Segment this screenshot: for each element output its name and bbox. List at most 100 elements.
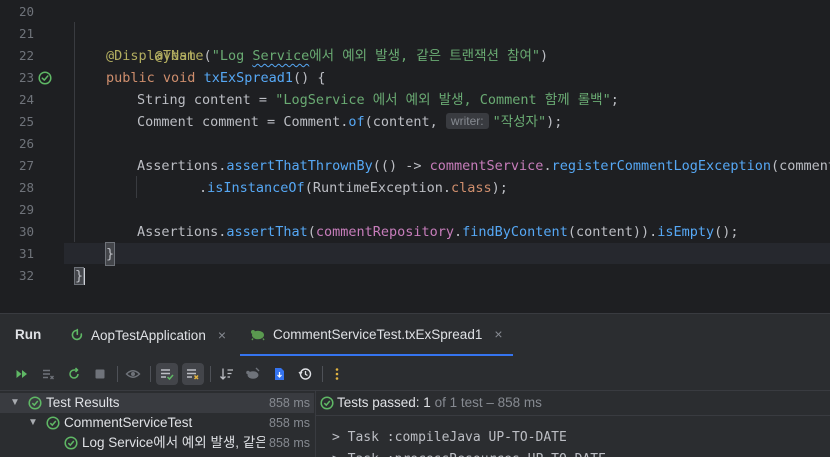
type-name: String (137, 92, 186, 108)
test-passed-gutter-icon[interactable] (38, 71, 52, 85)
test-passed-icon (46, 416, 60, 430)
code-line-22: @DisplayName("Log Service에서 예외 발생, 같은 트랜… (106, 45, 830, 67)
show-ignored-toggle[interactable] (182, 363, 204, 385)
code-text: () { (292, 70, 326, 86)
tab-label: CommentServiceTest.txExSpread1 (273, 326, 483, 342)
code-line-28: .isInstanceOf(RuntimeException.class); (199, 177, 830, 199)
code-line-30: Assertions.assertThat(commentRepository.… (137, 221, 830, 243)
import-tests-button[interactable] (242, 363, 264, 385)
toolbar-separator (117, 366, 118, 382)
test-passed-icon (320, 396, 334, 410)
close-icon[interactable]: × (494, 326, 502, 342)
code-text: (comment)) (771, 158, 830, 174)
tree-row-test-results[interactable]: ▼ Test Results 858 ms (0, 393, 314, 413)
refresh-icon (69, 367, 79, 379)
line-number: 20 (18, 4, 34, 19)
test-passed-icon (28, 396, 42, 410)
code-text: ); (491, 180, 508, 196)
class-name: Comment (283, 114, 341, 130)
string-literal: "Log (211, 48, 253, 64)
run-toolbar (0, 356, 830, 391)
method-call: isEmpty (657, 224, 715, 240)
more-options-button[interactable] (326, 363, 348, 385)
turtle-icon (246, 367, 260, 379)
export-icon (275, 368, 284, 380)
history-icon (298, 368, 312, 380)
tab-comment-service-test[interactable]: CommentServiceTest.txExSpread1 × (240, 314, 513, 356)
line-number: 25 (18, 114, 34, 129)
code-text: content = (185, 92, 276, 108)
editor-gutter: 20 21 22 23 24 25 26 27 28 29 30 31 32 (0, 0, 64, 290)
code-line-32: } (73, 265, 830, 287)
line-number: 27 (18, 158, 34, 173)
toggle-auto-test-button[interactable] (63, 363, 85, 385)
sort-icon (220, 368, 233, 380)
code-line-27: Assertions. assertThatThrownBy(() -> comm… (137, 155, 830, 177)
rerun-button[interactable] (11, 363, 33, 385)
method-call: findByContent (462, 224, 568, 240)
console-line: > Task :compileJava UP-TO-DATE (332, 430, 567, 445)
code-editor[interactable]: 20 21 22 23 24 25 26 27 28 29 30 31 32 @… (0, 0, 830, 290)
status-prefix: Tests passed: (337, 395, 424, 410)
line-number: 24 (18, 92, 34, 107)
chevron-down-icon[interactable]: ▼ (10, 393, 20, 413)
toolbar-separator (322, 366, 323, 382)
test-passed-icon (64, 436, 78, 450)
text-caret (83, 267, 86, 285)
tab-aop-test-application[interactable]: AopTestApplication × (70, 314, 226, 356)
tree-label: CommentServiceTest (64, 415, 193, 430)
paren: ( (203, 48, 212, 64)
run-config-icon (71, 328, 83, 341)
line-number: 22 (18, 48, 34, 63)
keyword: void (162, 70, 196, 86)
run-tabs: Run AopTestApplication × CommentServiceT… (0, 314, 830, 356)
export-results-button[interactable] (268, 363, 290, 385)
indent-guide (136, 176, 137, 198)
keyword: public (106, 70, 155, 86)
line-number: 31 (18, 246, 34, 261)
line-number: 30 (18, 224, 34, 239)
code-text: ( (307, 224, 316, 240)
method-call: isInstanceOf (207, 180, 305, 196)
stop-button[interactable] (89, 363, 111, 385)
code-line-24: String content = "LogService 에서 예외 발생, C… (137, 89, 830, 111)
test-history-button[interactable] (294, 363, 316, 385)
stop-icon (95, 369, 105, 379)
matching-brace: } (104, 242, 116, 266)
show-ignored-button[interactable] (122, 363, 144, 385)
test-status-bar: Tests passed: 1 of 1 test – 858 ms (316, 391, 830, 415)
code-text: (() -> (372, 158, 430, 174)
code-area[interactable]: @Test @DisplayName("Log Service에서 예외 발생,… (64, 0, 830, 290)
line-number: 21 (18, 26, 34, 41)
line-number: 32 (18, 268, 34, 283)
run-tool-window: Run AopTestApplication × CommentServiceT… (0, 314, 830, 457)
run-window-title: Run (15, 327, 42, 342)
console-output[interactable]: Tests passed: 1 of 1 test – 858 ms > Tas… (316, 391, 830, 457)
method-call: registerCommentLogException (551, 158, 772, 174)
class-name: Assertions (137, 224, 219, 240)
more-vertical-icon (335, 368, 339, 380)
code-text: . (454, 224, 463, 240)
code-line-21: @Test (106, 23, 830, 64)
line-number: 29 (18, 202, 34, 217)
tree-label: Log Service에서 예외 발생, 같은 트 (82, 435, 284, 450)
show-passed-toggle[interactable] (156, 363, 178, 385)
tree-row-test-class[interactable]: ▼ CommentServiceTest 858 ms (0, 413, 314, 433)
keyword: class (451, 180, 492, 196)
code-text: ; (610, 92, 619, 108)
code-text: . (543, 158, 552, 174)
tree-row-test-method[interactable]: Log Service에서 예외 발생, 같은 트 858 ms (0, 433, 314, 453)
code-line-31: } (64, 242, 830, 266)
test-results-tree[interactable]: ▼ Test Results 858 ms ▼ CommentServiceTe… (0, 391, 314, 457)
show-passed-icon (161, 369, 174, 381)
method-name: txExSpread1 (203, 70, 293, 86)
chevron-down-icon[interactable]: ▼ (28, 413, 38, 433)
close-icon[interactable]: × (218, 327, 226, 343)
show-ignored-icon (187, 369, 199, 380)
typo-underline: Service (252, 48, 310, 64)
rerun-all-icon (16, 370, 27, 378)
eye-icon (125, 370, 141, 378)
rerun-failed-button[interactable] (37, 363, 59, 385)
sort-button[interactable] (216, 363, 238, 385)
paren: ) (540, 48, 549, 64)
